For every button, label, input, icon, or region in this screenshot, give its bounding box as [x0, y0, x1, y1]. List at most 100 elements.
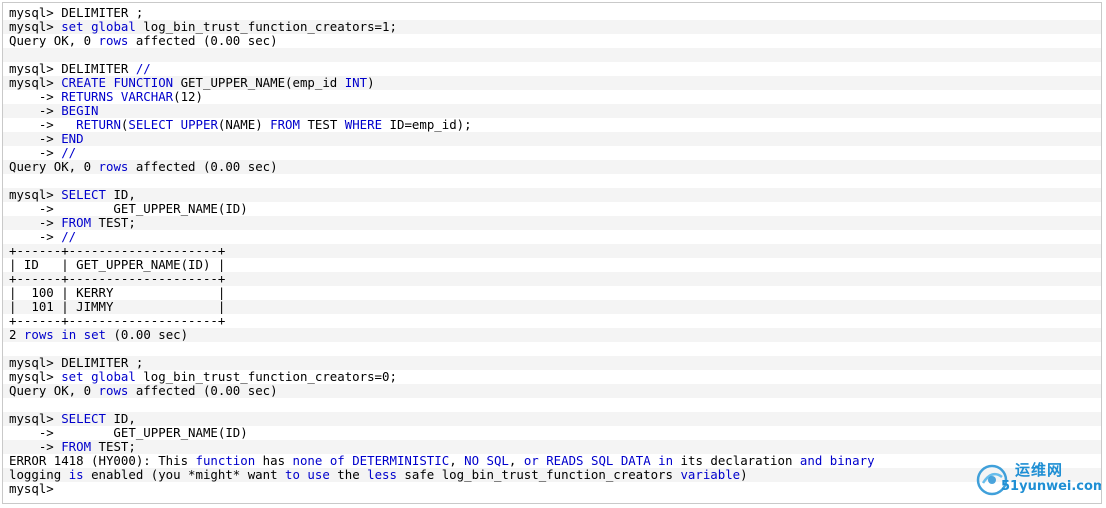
terminal-text: (NAME)	[217, 118, 271, 132]
sql-keyword: SELECT	[61, 412, 106, 426]
terminal-text: ->	[9, 146, 62, 160]
terminal-text: Query OK, 0	[9, 384, 99, 398]
sql-keyword: in	[61, 328, 77, 342]
sql-keyword: none	[292, 454, 323, 468]
sql-keyword: and	[799, 454, 823, 468]
terminal-line: -> FROM TEST;	[3, 216, 1101, 230]
terminal-text: 2	[9, 328, 24, 342]
terminal-text: TEST	[299, 118, 345, 132]
sql-keyword: binary	[829, 454, 875, 468]
terminal-line: -> BEGIN	[3, 104, 1101, 118]
sql-keyword: RETURNS	[61, 90, 114, 104]
terminal-line: mysql> DELIMITER //	[3, 62, 1101, 76]
sql-keyword: in	[658, 454, 674, 468]
terminal-line: | 101 | JIMMY |	[3, 300, 1101, 314]
terminal-text: mysql>	[9, 20, 62, 34]
sql-keyword: less	[367, 468, 397, 482]
sql-keyword: of	[329, 454, 345, 468]
sql-keyword: is	[68, 468, 84, 482]
terminal-line: Query OK, 0 rows affected (0.00 sec)	[3, 34, 1101, 48]
terminal-line: 2 rows in set (0.00 sec)	[3, 328, 1101, 342]
terminal-line	[3, 48, 1101, 62]
terminal-line: mysql> SELECT ID,	[3, 188, 1101, 202]
terminal-text: (0.00 sec)	[106, 328, 189, 342]
sql-keyword: FROM	[61, 440, 92, 454]
terminal-text: ,	[508, 454, 524, 468]
terminal-text: ->	[9, 230, 62, 244]
terminal-line: logging is enabled (you *might* want to …	[3, 468, 1101, 482]
sql-keyword: UPPER	[180, 118, 218, 132]
terminal-text: ID,	[105, 188, 136, 202]
terminal-line: -> GET_UPPER_NAME(ID)	[3, 426, 1101, 440]
terminal-text: | ID | GET_UPPER_NAME(ID) |	[9, 258, 226, 272]
terminal-line: +------+--------------------+	[3, 272, 1101, 286]
sql-keyword: rows	[23, 328, 54, 342]
sql-keyword: rows	[98, 384, 129, 398]
sql-keyword: SQL	[486, 454, 509, 468]
sql-keyword: set	[61, 20, 84, 34]
terminal-text: its declaration	[673, 454, 800, 468]
sql-keyword: global	[91, 20, 136, 34]
sql-keyword: set	[83, 328, 107, 342]
terminal-text: GET_UPPER_NAME(emp_id	[173, 76, 345, 90]
terminal-text: | 100 | KERRY |	[9, 286, 226, 300]
terminal-text: )	[367, 76, 375, 90]
terminal-line: mysql> set global log_bin_trust_function…	[3, 20, 1101, 34]
terminal-line: mysql>	[3, 482, 1101, 496]
sql-keyword: SELECT	[128, 118, 174, 132]
terminal-text: mysql>	[9, 188, 62, 202]
terminal-output[interactable]: mysql> DELIMITER ; mysql> set global log_…	[3, 6, 1101, 496]
terminal-text: mysql>	[9, 412, 62, 426]
sql-keyword: END	[61, 132, 84, 146]
terminal-text: affected (0.00 sec)	[128, 34, 278, 48]
sql-keyword: rows	[98, 34, 129, 48]
sql-keyword: //	[61, 230, 77, 244]
sql-keyword: CREATE	[61, 76, 106, 90]
terminal-text: TEST;	[91, 216, 136, 230]
sql-keyword: to	[285, 468, 300, 482]
terminal-text: mysql>	[9, 482, 54, 496]
terminal-line: mysql> CREATE FUNCTION GET_UPPER_NAME(em…	[3, 76, 1101, 90]
sql-keyword: or	[523, 454, 539, 468]
terminal-line: mysql> DELIMITER ;	[3, 356, 1101, 370]
terminal-line: -> //	[3, 146, 1101, 160]
terminal-text: ->	[9, 118, 77, 132]
terminal-text: ID=emp_id);	[382, 118, 472, 132]
sql-keyword: use	[307, 468, 330, 482]
sql-keyword: global	[91, 370, 136, 384]
terminal-line: -> END	[3, 132, 1101, 146]
terminal-line: +------+--------------------+	[3, 314, 1101, 328]
terminal-line: -> FROM TEST;	[3, 440, 1101, 454]
terminal-line: mysql> set global log_bin_trust_function…	[3, 370, 1101, 384]
terminal-text: +------+--------------------+	[9, 314, 226, 328]
terminal-text: mysql> DELIMITER	[9, 62, 136, 76]
terminal-text: the	[329, 468, 368, 482]
terminal-line: -> RETURNS VARCHAR(12)	[3, 90, 1101, 104]
terminal-text: (12)	[173, 90, 203, 104]
terminal-text: -> GET_UPPER_NAME(ID)	[9, 202, 248, 216]
sql-keyword: SQL	[590, 454, 614, 468]
terminal-line: -> RETURN(SELECT UPPER(NAME) FROM TEST W…	[3, 118, 1101, 132]
terminal-text: +------+--------------------+	[9, 244, 226, 258]
sql-keyword: INT	[344, 76, 368, 90]
sql-keyword: RETURN	[76, 118, 121, 132]
terminal-text: has	[255, 454, 293, 468]
terminal-text: mysql> DELIMITER ;	[9, 6, 144, 20]
terminal-line: +------+--------------------+	[3, 244, 1101, 258]
terminal-text: ID,	[105, 412, 136, 426]
terminal-window[interactable]: mysql> DELIMITER ; mysql> set global log_…	[2, 2, 1102, 504]
terminal-text: ->	[9, 132, 62, 146]
sql-keyword: DATA	[620, 454, 651, 468]
terminal-text: +------+--------------------+	[9, 272, 226, 286]
sql-keyword: WHERE	[344, 118, 383, 132]
terminal-text: affected (0.00 sec)	[128, 160, 278, 174]
sql-keyword: //	[61, 146, 77, 160]
